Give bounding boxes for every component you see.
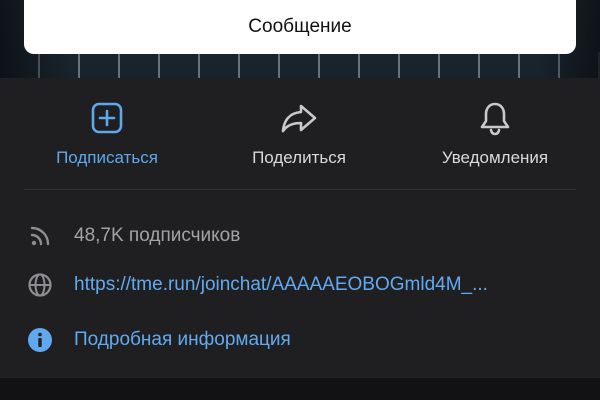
share-action[interactable]: Поделиться: [232, 98, 366, 168]
action-bar: Подписаться Поделиться Уведомления: [0, 78, 600, 190]
subscribers-count: 48,7K подписчиков: [74, 225, 241, 246]
subscribe-action[interactable]: Подписаться: [40, 98, 174, 168]
invite-link[interactable]: https://tme.run/joinchat/AAAAAEOBOGmld4M…: [74, 274, 488, 296]
invite-link-row[interactable]: https://tme.run/joinchat/AAAAAEOBOGmld4M…: [0, 260, 600, 310]
message-button[interactable]: Сообщение: [24, 0, 576, 54]
notifications-label: Уведомления: [441, 148, 549, 167]
globe-icon: [26, 271, 54, 299]
bell-icon: [475, 98, 515, 138]
info-icon: [26, 326, 54, 354]
subscribers-row: 48,7K подписчиков: [0, 211, 600, 261]
bottom-separator: [0, 378, 600, 400]
share-arrow-icon: [279, 98, 319, 138]
channel-profile-screen: Сообщение Подписаться Поделиться Уведомл…: [0, 0, 600, 400]
subscribe-label: Подписаться: [56, 148, 158, 167]
add-square-icon: [87, 98, 127, 138]
details-link[interactable]: Подробная информация: [74, 329, 291, 351]
share-label: Поделиться: [252, 148, 346, 167]
cover-pattern: [0, 52, 600, 78]
channel-info-section: 48,7K подписчиков https://tme.run/joinch…: [0, 190, 600, 378]
details-row[interactable]: Подробная информация: [0, 315, 600, 365]
channel-cover-image: Сообщение: [0, 0, 600, 78]
notifications-action[interactable]: Уведомления: [420, 98, 570, 168]
rss-icon: [26, 222, 54, 250]
